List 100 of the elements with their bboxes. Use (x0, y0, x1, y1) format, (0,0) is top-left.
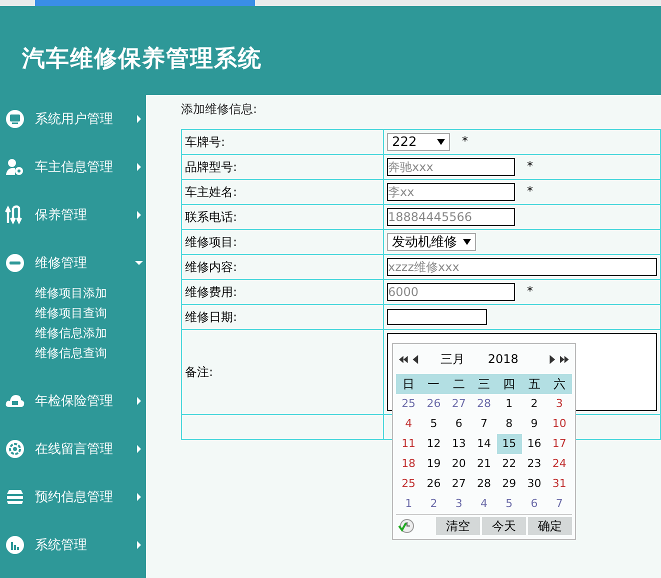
calendar-day[interactable]: 20 (446, 454, 472, 474)
field-label: 联系电话: (185, 210, 238, 224)
caret-right-icon (135, 211, 143, 219)
menu-item[interactable]: 保养管理 (0, 199, 146, 231)
calendar-day[interactable]: 23 (522, 454, 547, 474)
field-label: 维修项目: (185, 234, 238, 248)
calendar-day[interactable]: 26 (421, 474, 446, 494)
menu-item[interactable]: 系统用户管理 (0, 103, 146, 135)
app-title: 汽车维修保养管理系统 (22, 45, 262, 74)
calendar-button[interactable]: 今天 (482, 517, 526, 535)
calendar-day[interactable]: 1 (396, 494, 422, 514)
dropdown[interactable]: 222 (387, 133, 450, 151)
menu-item[interactable]: 在线留言管理 (0, 433, 146, 465)
caret-right-icon (135, 445, 143, 453)
form-heading: 添加维修信息: (181, 101, 258, 118)
input-field[interactable]: 李xx (387, 183, 515, 201)
calendar-day[interactable]: 15 (496, 434, 522, 454)
calendar-day[interactable]: 5 (496, 494, 522, 514)
weekday-header: 四 (496, 374, 522, 394)
user-gear-icon (5, 157, 25, 177)
caret-right-icon (135, 163, 143, 171)
double-left-arrow-icon[interactable] (399, 354, 408, 364)
dropdown-arrow-icon (463, 239, 471, 245)
menu-item[interactable]: 维修管理 (0, 247, 146, 279)
calendar-day[interactable]: 24 (546, 454, 572, 474)
calendar-day[interactable]: 22 (496, 454, 522, 474)
calendar-day[interactable]: 2 (522, 394, 547, 414)
field-label: 维修日期: (185, 310, 238, 324)
calendar-day[interactable]: 4 (396, 414, 422, 434)
calendar-day[interactable]: 12 (421, 434, 446, 454)
calendar-button[interactable]: 确定 (528, 517, 572, 535)
calendar-day[interactable]: 7 (546, 494, 572, 514)
input-field[interactable]: 6000 (387, 283, 515, 301)
calendar-day[interactable]: 13 (446, 434, 472, 454)
required-mark: * (527, 284, 533, 298)
calendar-button[interactable]: 清空 (436, 517, 480, 535)
weekday-header: 二 (446, 374, 472, 394)
calendar-day[interactable]: 30 (522, 474, 547, 494)
calendar-day[interactable]: 17 (546, 434, 572, 454)
calendar-day[interactable]: 11 (396, 434, 422, 454)
clock-icon[interactable] (398, 518, 414, 534)
submenu-item[interactable]: 维修信息添加 (0, 323, 146, 343)
field-label: 品牌型号: (185, 160, 238, 174)
submenu-item[interactable]: 维修项目查询 (0, 303, 146, 323)
calendar-day[interactable]: 3 (546, 394, 572, 414)
calendar-day[interactable]: 3 (446, 494, 472, 514)
dropdown[interactable]: 发动机维修 (387, 233, 476, 251)
monitor-icon (5, 109, 25, 129)
calendar-day[interactable]: 19 (421, 454, 446, 474)
menu-item[interactable]: 年检保险管理 (0, 385, 146, 417)
caret-right-icon (135, 541, 143, 549)
calendar-day[interactable]: 8 (496, 414, 522, 434)
field-label: 备注: (185, 364, 214, 378)
calendar-day[interactable]: 1 (496, 394, 522, 414)
double-right-arrow-icon[interactable] (560, 354, 569, 364)
field-label: 维修内容: (185, 260, 238, 274)
dropdown-arrow-icon (437, 139, 445, 145)
calendar-day[interactable]: 2 (421, 494, 446, 514)
layers-icon (5, 487, 25, 507)
calendar-day[interactable]: 27 (446, 474, 472, 494)
weekday-header: 一 (421, 374, 446, 394)
calendar-day[interactable]: 10 (546, 414, 572, 434)
field-label: 维修费用: (185, 284, 238, 298)
calendar-day[interactable]: 18 (396, 454, 422, 474)
calendar-day[interactable]: 14 (471, 434, 497, 454)
menu-item[interactable]: 车主信息管理 (0, 151, 146, 183)
calendar-day[interactable]: 16 (522, 434, 547, 454)
calendar-day[interactable]: 31 (546, 474, 572, 494)
menu-item[interactable]: 预约信息管理 (0, 481, 146, 513)
month-label[interactable]: 三月 (440, 350, 480, 368)
calendar-day[interactable]: 27 (446, 394, 472, 414)
input-field[interactable]: 奔驰xxx (387, 158, 515, 176)
calendar-day[interactable]: 21 (471, 454, 497, 474)
calendar-day[interactable]: 25 (396, 474, 422, 494)
calendar-day[interactable]: 29 (496, 474, 522, 494)
calendar-day[interactable]: 6 (522, 494, 547, 514)
weekday-header: 五 (522, 374, 547, 394)
calendar-day[interactable]: 25 (396, 394, 422, 414)
calendar-day[interactable]: 28 (471, 394, 497, 414)
input-field[interactable]: 18884445566 (387, 208, 515, 226)
calendar-day[interactable]: 6 (446, 414, 472, 434)
date-field[interactable] (387, 309, 487, 325)
calendar-day[interactable]: 7 (471, 414, 497, 434)
menu-item[interactable]: 系统管理 (0, 529, 146, 561)
submenu-item[interactable]: 维修信息查询 (0, 343, 146, 363)
calendar-day[interactable]: 9 (522, 414, 547, 434)
calendar-day[interactable]: 28 (471, 474, 497, 494)
calendar-day[interactable]: 26 (421, 394, 446, 414)
caret-right-icon (135, 493, 143, 501)
left-arrow-icon[interactable] (410, 354, 420, 364)
weekday-header: 日 (396, 374, 422, 394)
calendar-day[interactable]: 4 (471, 494, 497, 514)
required-mark: * (527, 184, 533, 198)
weekday-header: 三 (471, 374, 497, 394)
calendar-day[interactable]: 5 (421, 414, 446, 434)
right-arrow-icon[interactable] (548, 354, 558, 364)
required-mark: * (527, 159, 533, 174)
year-label[interactable]: 2018 (488, 352, 518, 366)
input-field[interactable]: xzzz维修xxx (387, 258, 657, 276)
submenu-item[interactable]: 维修项目添加 (0, 283, 146, 303)
